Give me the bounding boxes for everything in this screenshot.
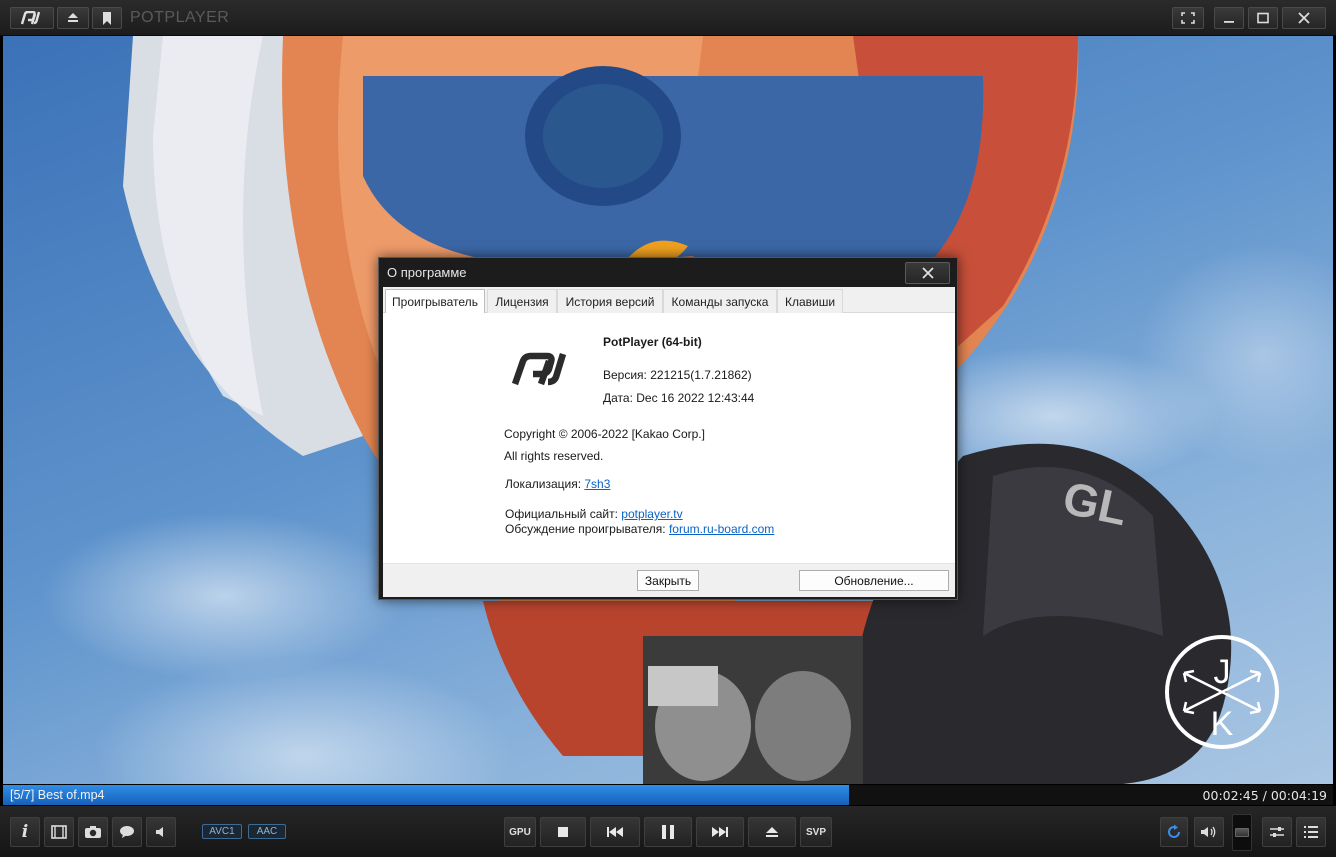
- info-icon: i: [21, 822, 29, 842]
- dialog-footer: Закрыть Обновление...: [383, 563, 955, 597]
- update-button[interactable]: Обновление...: [799, 570, 949, 591]
- build-date-text: Дата: Dec 16 2022 12:43:44: [603, 391, 755, 405]
- equalizer-icon: [1270, 827, 1284, 837]
- film-icon: [51, 825, 67, 839]
- video-codec-badge[interactable]: AVC1: [202, 824, 242, 839]
- forum-row: Обсуждение проигрывателя: forum.ru-board…: [505, 522, 774, 536]
- official-site-link[interactable]: potplayer.tv: [621, 507, 682, 521]
- seek-progress-fill: [3, 785, 849, 805]
- seek-bar[interactable]: [5/7] Best of.mp4 00:02:45 / 00:04:19: [3, 785, 1333, 805]
- bookmark-button[interactable]: [92, 7, 122, 29]
- tab-player[interactable]: Проигрыватель: [385, 289, 485, 314]
- title-bar[interactable]: POTPLAYER: [0, 0, 1336, 36]
- screenshot-button[interactable]: [78, 817, 108, 847]
- product-name: PotPlayer (64-bit): [603, 335, 702, 349]
- close-icon: [921, 267, 934, 279]
- official-site-row: Официальный сайт: potplayer.tv: [505, 507, 683, 521]
- speech-bubble-icon: [120, 826, 134, 838]
- minimize-button[interactable]: [1214, 7, 1244, 29]
- volume-icon: [1201, 826, 1216, 838]
- next-button[interactable]: [696, 817, 744, 847]
- previous-button[interactable]: [590, 817, 640, 847]
- tab-command-line[interactable]: Команды запуска: [663, 289, 777, 313]
- maximize-icon: [1257, 12, 1269, 24]
- refresh-icon: [1168, 824, 1180, 838]
- pause-button[interactable]: [644, 817, 692, 847]
- minimize-icon: [1224, 21, 1234, 23]
- file-name-label: [5/7] Best of.mp4: [10, 788, 105, 802]
- about-dialog[interactable]: О программе Проигрыватель Лицензия Истор…: [378, 257, 958, 600]
- potplayer-logo-menu-button[interactable]: [10, 7, 54, 29]
- player-tab-page: PotPlayer (64-bit) Версия: 221215(1.7.21…: [383, 313, 955, 563]
- stop-icon: [558, 827, 568, 837]
- tab-version-history[interactable]: История версий: [557, 289, 663, 313]
- maximize-button[interactable]: [1248, 7, 1278, 29]
- skip-previous-icon: [607, 827, 623, 837]
- official-site-label: Официальный сайт:: [505, 507, 618, 521]
- dialog-tabs: Проигрыватель Лицензия История версий Ко…: [383, 289, 955, 314]
- time-display[interactable]: 00:02:45 / 00:04:19: [1203, 788, 1327, 803]
- svp-button[interactable]: SVP: [800, 817, 832, 847]
- mute-button[interactable]: [1194, 817, 1224, 847]
- dialog-content: Проигрыватель Лицензия История версий Ко…: [383, 287, 955, 597]
- camera-icon: [85, 826, 101, 838]
- version-text: Версия: 221215(1.7.21862): [603, 368, 752, 382]
- forum-label: Обсуждение проигрывателя:: [505, 522, 666, 536]
- volume-slider-thumb[interactable]: [1235, 828, 1249, 837]
- pause-icon: [662, 825, 674, 839]
- app-title: POTPLAYER: [130, 9, 230, 26]
- bookmark-icon: [103, 11, 111, 25]
- localization-link[interactable]: 7sh3: [584, 477, 610, 491]
- dialog-title: О программе: [387, 265, 467, 280]
- speaker-icon: [156, 827, 163, 837]
- jk-watermark-logo: J K: [1165, 635, 1279, 749]
- list-icon: [1304, 826, 1318, 838]
- eject-open-button[interactable]: [748, 817, 796, 847]
- rights-text: All rights reserved.: [504, 449, 604, 463]
- localization-label: Локализация:: [505, 477, 582, 491]
- close-button[interactable]: Закрыть: [637, 570, 699, 591]
- tab-hotkeys[interactable]: Клавиши: [777, 289, 843, 313]
- fullscreen-icon: [1181, 12, 1195, 24]
- fullscreen-button[interactable]: [1172, 7, 1204, 29]
- localization-row: Локализация: 7sh3: [505, 477, 610, 491]
- control-panel-button[interactable]: [1262, 817, 1292, 847]
- potplayer-logo-icon: [511, 352, 567, 386]
- info-button[interactable]: i: [10, 817, 40, 847]
- watermark-letter-j: J: [1214, 653, 1231, 691]
- watermark-letter-k: K: [1211, 705, 1234, 743]
- potplayer-logo-icon: [20, 11, 41, 25]
- eject-icon: [766, 827, 778, 837]
- subtitles-button[interactable]: [112, 817, 142, 847]
- video-settings-button[interactable]: [44, 817, 74, 847]
- playlist-button[interactable]: [1296, 817, 1326, 847]
- controls-bar: i AVC1 AAC GPU SVP: [0, 806, 1336, 857]
- eject-list-icon: [68, 13, 78, 22]
- skip-next-icon: [712, 827, 728, 837]
- close-window-button[interactable]: [1282, 7, 1326, 29]
- tab-license[interactable]: Лицензия: [487, 289, 557, 313]
- forum-link[interactable]: forum.ru-board.com: [669, 522, 774, 536]
- playlist-menu-button[interactable]: [57, 7, 89, 29]
- audio-codec-badge[interactable]: AAC: [248, 824, 286, 839]
- dialog-close-button[interactable]: [905, 262, 950, 284]
- stop-button[interactable]: [540, 817, 586, 847]
- close-icon: [1298, 12, 1310, 24]
- audio-settings-button[interactable]: [146, 817, 176, 847]
- repeat-button[interactable]: [1160, 817, 1188, 847]
- volume-slider[interactable]: [1232, 814, 1252, 851]
- copyright-text: Copyright © 2006-2022 [Kakao Corp.]: [504, 427, 705, 441]
- gpu-button[interactable]: GPU: [504, 817, 536, 847]
